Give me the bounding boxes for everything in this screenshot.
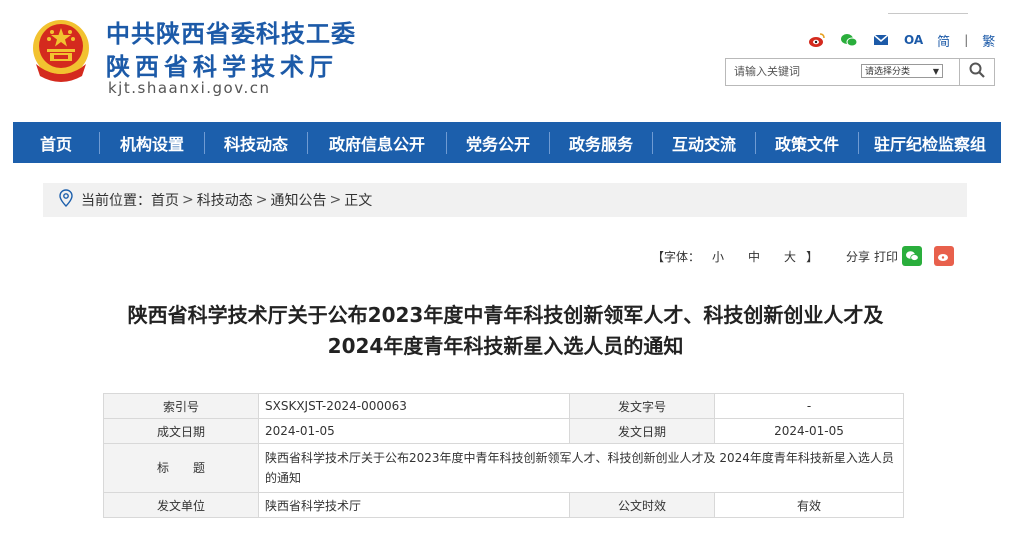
breadcrumb-separator: > — [182, 192, 194, 208]
font-medium-button[interactable]: 中 — [748, 248, 760, 265]
font-size-controls: 【字体： 小 中 大 】 — [652, 248, 818, 265]
table-row: 发文单位 陕西省科学技术厅 公文时效 有效 — [103, 492, 904, 518]
lang-separator: | — [964, 33, 969, 47]
breadcrumb-separator: > — [329, 192, 342, 208]
oa-link[interactable]: OA — [904, 33, 923, 47]
issuer-label: 发文单位 — [103, 492, 259, 518]
weibo-icon[interactable] — [808, 32, 826, 48]
wechat-share-icon[interactable] — [902, 246, 923, 266]
breadcrumb-prefix: 当前位置： — [81, 193, 151, 209]
weibo-share-icon[interactable] — [934, 246, 955, 266]
title-value: 陕西省科学技术厅关于公布2023年度中青年科技创新领军人才、科技创新创业人才及 … — [258, 443, 904, 493]
breadcrumb-tech-news[interactable]: 科技动态 — [197, 190, 253, 210]
lang-simplified-link[interactable]: 简 — [937, 31, 950, 50]
org-name-line1: 中共陕西省委科技工委 — [106, 20, 356, 48]
font-size-bracket: 】 — [806, 250, 819, 264]
search-input[interactable]: 请输入关键词 — [734, 63, 800, 79]
validity-value: 有效 — [714, 492, 904, 518]
table-row: 成文日期 2024-01-05 发文日期 2024-01-05 — [103, 418, 904, 444]
issuer-value: 陕西省科学技术厅 — [258, 492, 570, 518]
breadcrumb-home[interactable]: 首页 — [151, 190, 179, 210]
font-small-button[interactable]: 小 — [712, 248, 724, 265]
nav-item-home[interactable]: 首页 — [13, 131, 99, 155]
validity-label: 公文时效 — [569, 492, 715, 518]
index-value: SXSKXJST-2024-000063 — [258, 393, 570, 419]
site-domain: kjt.shaanxi.gov.cn — [108, 79, 271, 97]
nav-item-gov-info[interactable]: 政府信息公开 — [308, 131, 446, 155]
article-title-line2: 2024年度青年科技新星入选人员的通知 — [327, 334, 684, 358]
breadcrumb-separator: > — [255, 192, 268, 208]
docno-value: - — [714, 393, 904, 419]
created-date-value: 2024-01-05 — [258, 418, 570, 444]
wechat-icon[interactable] — [840, 32, 858, 48]
org-name-line2: 陕西省科学技术厅 — [106, 53, 338, 81]
breadcrumb: 当前位置： 首页 > 科技动态 > 通知公告 > 正文 — [43, 183, 967, 217]
issued-date-label: 发文日期 — [569, 418, 715, 444]
mail-icon[interactable] — [872, 32, 890, 48]
category-select-label: 请选择分类 — [865, 67, 911, 77]
breadcrumb-current: 正文 — [344, 193, 373, 209]
main-nav: 首页 机构设置 科技动态 政府信息公开 党务公开 政务服务 互动交流 政策文件 … — [13, 122, 1001, 163]
location-pin-icon — [59, 189, 73, 211]
document-info-table: 索引号 SXSKXJST-2024-000063 发文字号 - 成文日期 202… — [103, 393, 904, 518]
national-emblem-logo — [30, 18, 92, 84]
top-toolbar: OA 简 | 繁 — [808, 30, 995, 50]
share-label: 分享 — [846, 249, 871, 264]
docno-label: 发文字号 — [569, 393, 715, 419]
share-controls: 分享 打印 — [846, 246, 955, 266]
issued-date-value: 2024-01-05 — [714, 418, 904, 444]
search-button[interactable] — [959, 59, 994, 85]
nav-item-gov-services[interactable]: 政务服务 — [550, 131, 652, 155]
created-date-label: 成文日期 — [103, 418, 259, 444]
article-title-line1: 陕西省科学技术厅关于公布2023年度中青年科技创新领军人才、科技创新创业人才及 — [127, 303, 884, 327]
nav-item-organization[interactable]: 机构设置 — [100, 131, 204, 155]
table-row: 标 题 陕西省科学技术厅关于公布2023年度中青年科技创新领军人才、科技创新创业… — [103, 443, 904, 493]
table-row: 索引号 SXSKXJST-2024-000063 发文字号 - — [103, 393, 904, 419]
font-large-button[interactable]: 大 — [784, 248, 796, 265]
magnifier-icon — [968, 61, 986, 83]
breadcrumb-notices[interactable]: 通知公告 — [270, 190, 326, 210]
lang-traditional-link[interactable]: 繁 — [982, 31, 995, 50]
search-box: 请输入关键词 请选择分类 ▼ — [725, 58, 995, 86]
print-link[interactable]: 打印 — [874, 248, 898, 265]
font-size-label: 【字体： — [652, 250, 701, 264]
header-divider — [888, 13, 968, 14]
category-select[interactable]: 请选择分类 ▼ — [861, 64, 943, 78]
title-label: 标 题 — [103, 443, 259, 493]
nav-item-tech-news[interactable]: 科技动态 — [205, 131, 307, 155]
nav-item-discipline[interactable]: 驻厅纪检监察组 — [859, 131, 1001, 155]
index-label: 索引号 — [103, 393, 259, 419]
nav-item-party-affairs[interactable]: 党务公开 — [447, 131, 549, 155]
nav-item-interaction[interactable]: 互动交流 — [653, 131, 755, 155]
nav-item-policy[interactable]: 政策文件 — [756, 131, 858, 155]
chevron-down-icon: ▼ — [932, 67, 939, 76]
